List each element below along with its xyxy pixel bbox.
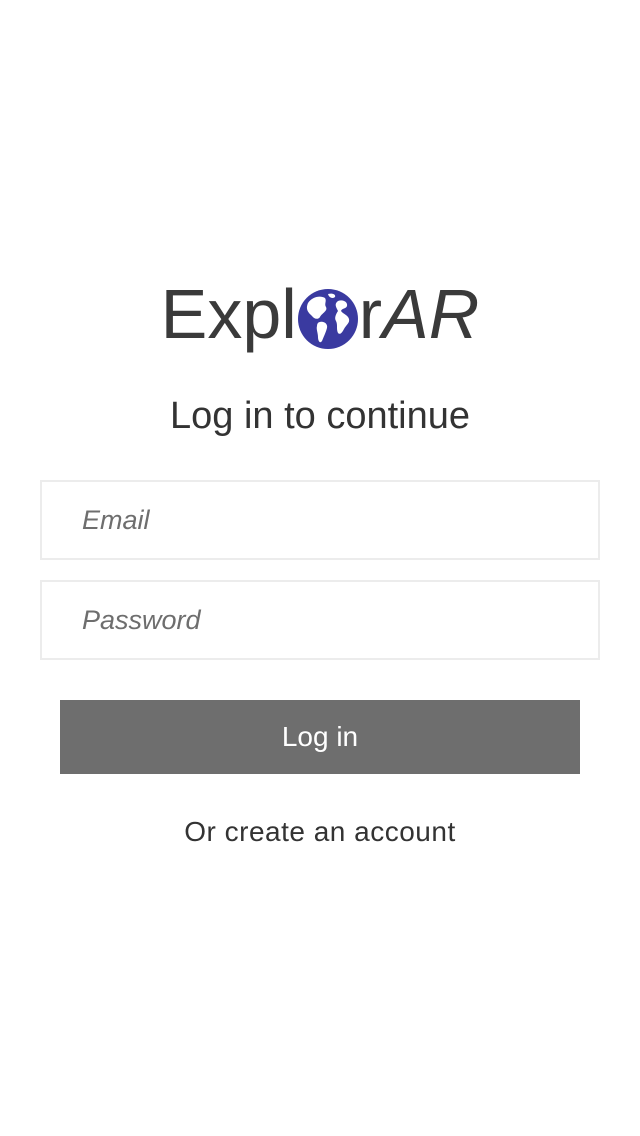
app-logo: Expl r AR bbox=[0, 276, 640, 352]
logo-text-prefix: Expl bbox=[160, 275, 297, 353]
logo-text-middle: r bbox=[358, 275, 383, 353]
email-field-container bbox=[40, 480, 600, 560]
password-field[interactable] bbox=[42, 582, 598, 658]
page-subtitle: Log in to continue bbox=[169, 395, 470, 437]
logo-text-ar: AR bbox=[382, 275, 480, 353]
globe-icon bbox=[297, 287, 358, 349]
create-account-link[interactable]: Or create an account bbox=[0, 812, 640, 852]
password-field-container bbox=[40, 580, 600, 660]
login-button[interactable]: Log in bbox=[60, 700, 580, 774]
email-field[interactable] bbox=[42, 482, 598, 558]
